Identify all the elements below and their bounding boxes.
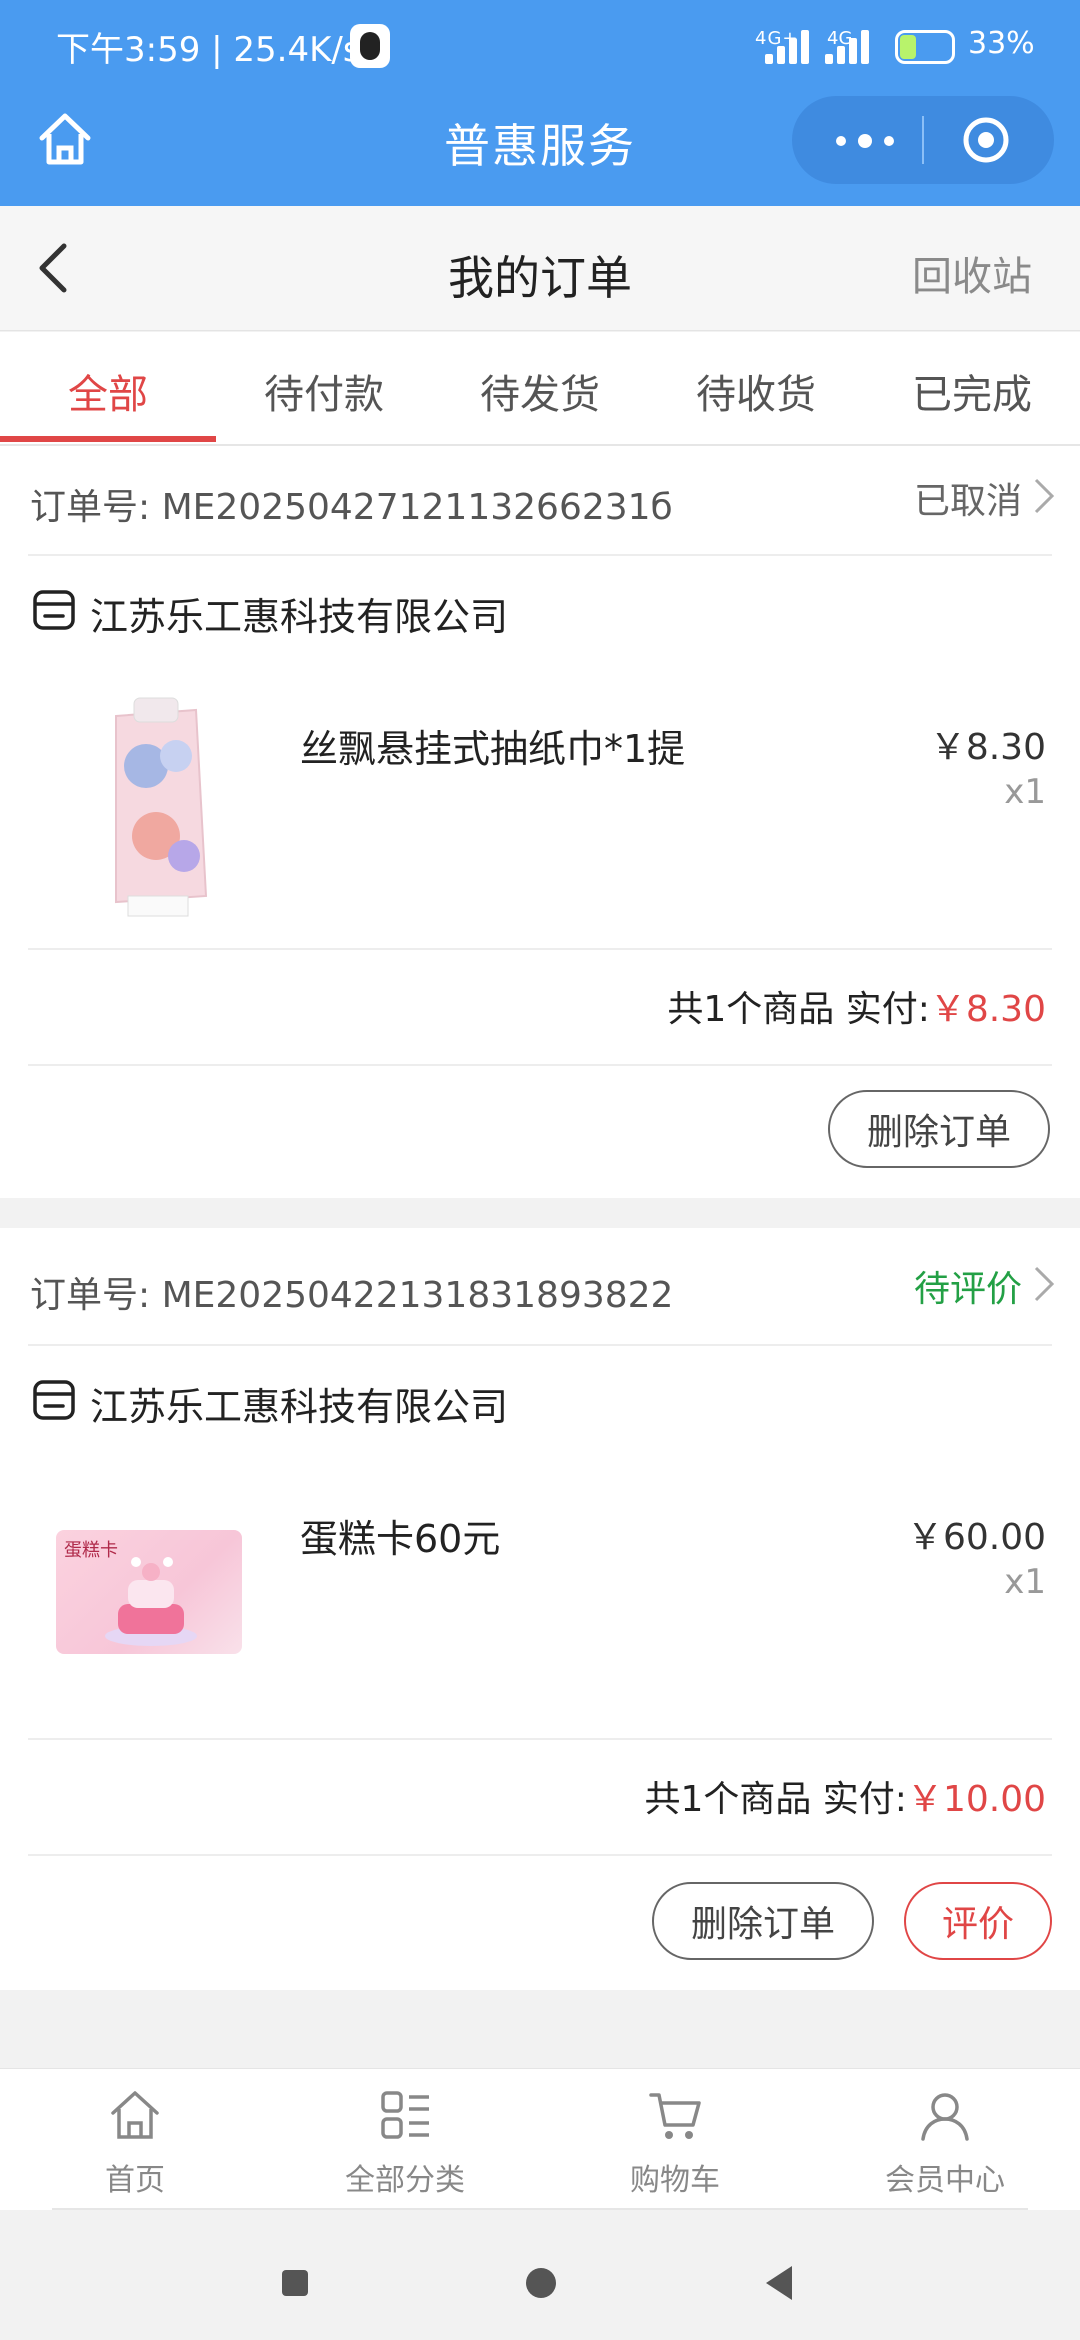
tabbar-label: 全部分类 [345,2163,465,2198]
more-icon[interactable] [836,134,894,148]
tabbar-cart[interactable]: 购物车 [540,2069,810,2211]
order-number: 订单号: ME20250422131831893822 [30,1275,674,1316]
order-summary: 共1个商品 实付:￥10.00 [644,1770,1046,1822]
shop-icon [33,1380,75,1420]
tab-completed[interactable]: 已完成 [864,362,1080,420]
summary-label: 共1个商品 实付: [644,1779,907,1820]
category-icon [381,2091,429,2139]
page-header: 我的订单 回收站 [0,206,1080,331]
product-name[interactable]: 丝飘悬挂式抽纸巾*1提 [300,718,685,773]
user-icon [921,2093,969,2141]
summary-label: 共1个商品 实付: [667,989,930,1030]
product-quantity: x1 [1004,772,1046,812]
shop-name: 江苏乐工惠科技有限公司 [90,1385,509,1429]
product-thumbnail-tissue[interactable] [56,696,256,926]
order-status[interactable]: 待评价 [914,1260,1022,1312]
product-quantity: x1 [1004,1562,1046,1602]
home-button-icon[interactable] [526,2268,556,2298]
order-summary: 共1个商品 实付:￥8.30 [667,980,1046,1032]
bottom-tab-bar: 首页 全部分类 购物车 会员中心 [0,2068,1080,2211]
tabbar-label: 首页 [105,2163,165,2198]
paid-amount: ￥10.00 [906,1779,1046,1820]
tabbar-label: 购物车 [630,2163,720,2198]
qq-notification-icon [350,24,390,68]
product-price: ￥60.00 [906,1517,1046,1558]
order-card[interactable]: 订单号: ME2025042712113266231б 已取消 江苏乐工惠科技有… [0,446,1080,1198]
recent-apps-icon[interactable] [282,2270,308,2296]
product-price: ￥8.30 [929,727,1046,768]
shop-name: 江苏乐工惠科技有限公司 [90,595,509,639]
order-tabs: 全部 待付款 待发货 待收货 已完成 [0,332,1080,446]
status-time: 下午3:59 | 25.4K/s [56,30,361,70]
top-header: 下午3:59 | 25.4K/s 4G+ 4G 33% 普惠服务 [0,0,1080,206]
delete-order-button[interactable]: 删除订单 [828,1090,1050,1168]
cart-icon [649,2093,701,2139]
back-button-icon[interactable] [766,2266,792,2300]
order-card[interactable]: 订单号: ME20250422131831893822 待评价 江苏乐工惠科技有… [0,1228,1080,1990]
delete-order-button[interactable]: 删除订单 [652,1882,874,1960]
recycle-bin-link[interactable]: 回收站 [912,244,1032,302]
close-target-icon[interactable] [962,116,1010,164]
tabbar-label: 会员中心 [885,2163,1005,2198]
battery-percent: 33% [968,26,1035,61]
battery-icon [895,30,955,64]
tab-pending-payment[interactable]: 待付款 [216,362,432,420]
cake-icon [105,1557,197,1646]
tabbar-categories[interactable]: 全部分类 [270,2069,540,2211]
signal-icon-2 [825,30,885,64]
shop-icon [33,590,75,630]
order-number: 订单号: ME2025042712113266231б [30,487,673,528]
tabbar-home[interactable]: 首页 [0,2069,270,2211]
signal-icon-1 [765,30,825,64]
order-status[interactable]: 已取消 [914,472,1022,524]
capsule-menu [792,96,1054,184]
review-button[interactable]: 评价 [904,1882,1052,1960]
system-navigation-bar [0,2210,1080,2340]
home-icon [111,2091,159,2139]
paid-amount: ￥8.30 [929,989,1046,1030]
tab-pending-shipment[interactable]: 待发货 [432,362,648,420]
tabbar-member-center[interactable]: 会员中心 [810,2069,1080,2211]
tab-pending-receipt[interactable]: 待收货 [648,362,864,420]
active-tab-indicator [0,436,216,442]
tab-all[interactable]: 全部 [0,362,216,420]
product-name[interactable]: 蛋糕卡60元 [300,1508,500,1563]
chevron-right-icon [1034,1266,1055,1302]
chevron-right-icon [1034,478,1055,514]
product-thumbnail-cake-card[interactable]: 蛋糕卡 [56,1530,242,1654]
